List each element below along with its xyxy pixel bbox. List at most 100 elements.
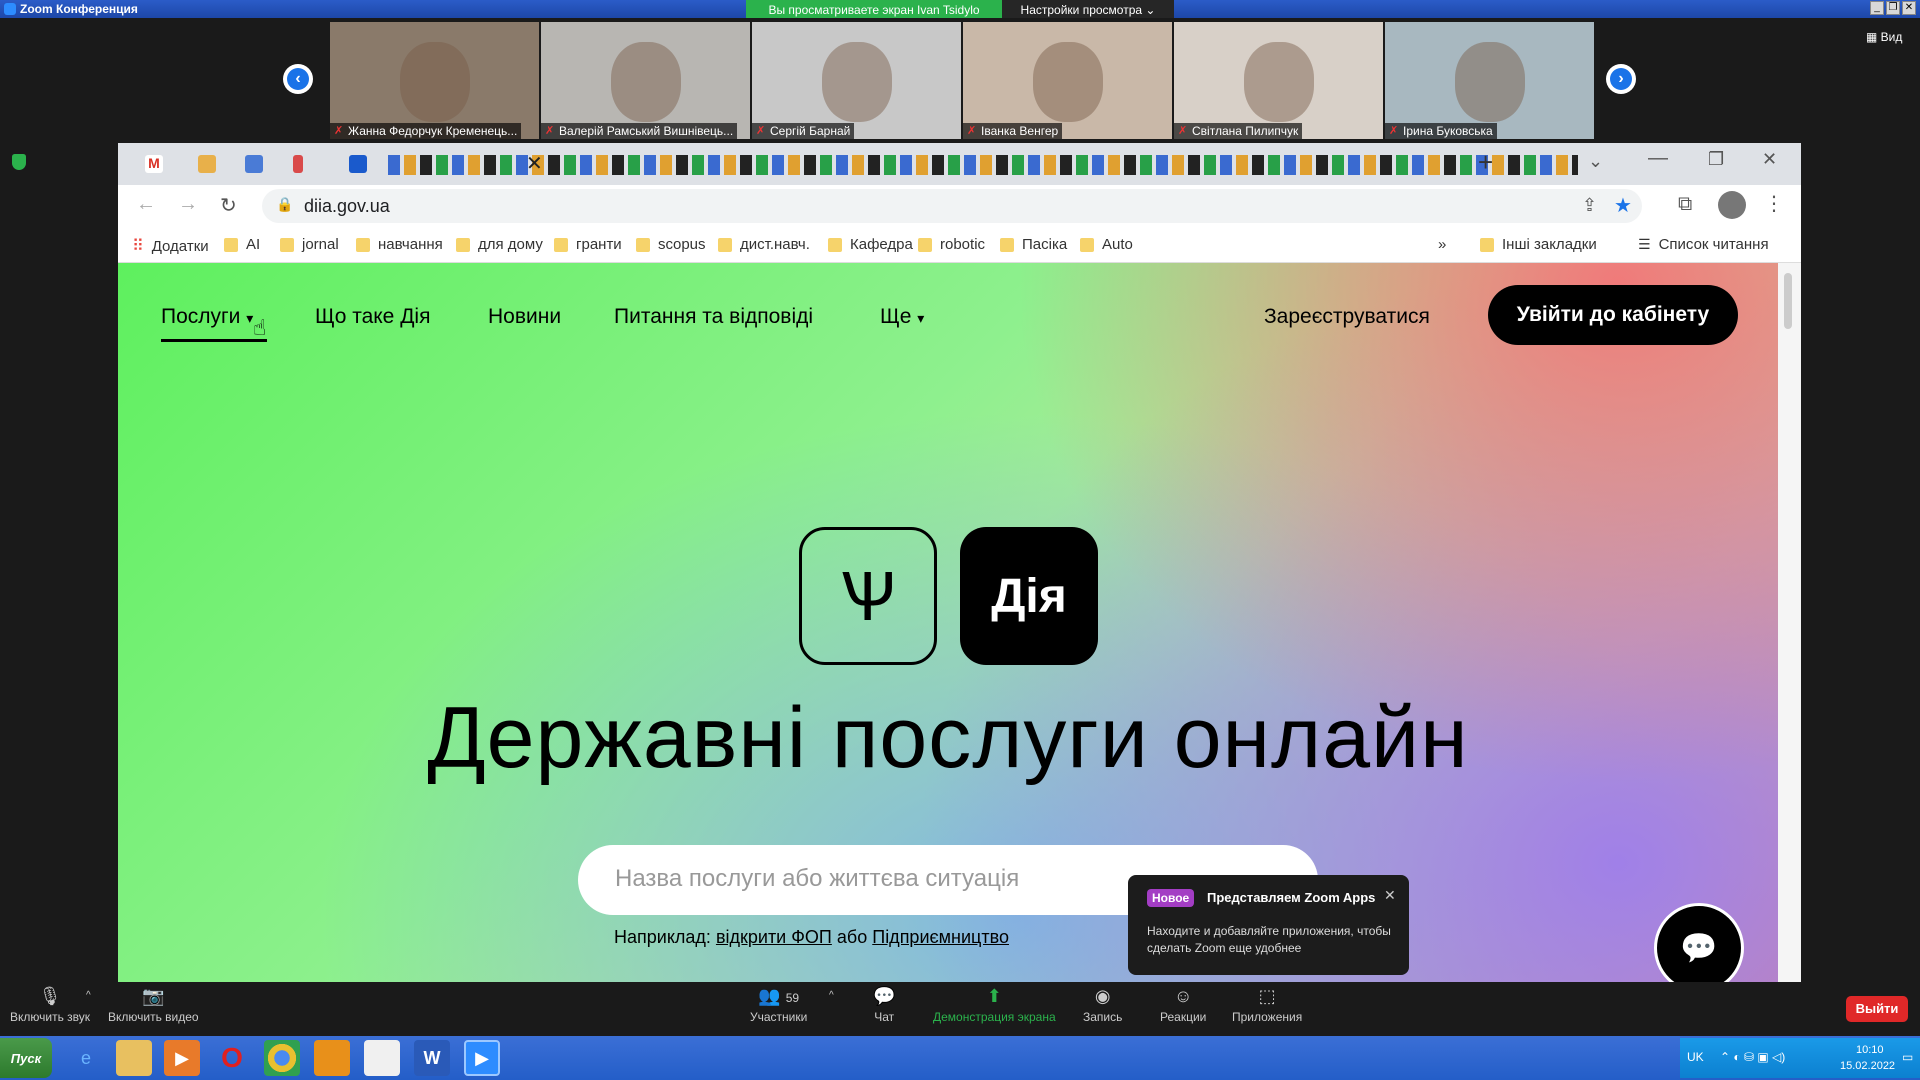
share-screen-button[interactable]: ⬆ Демонстрация экрана xyxy=(933,986,1056,1024)
show-desktop-icon[interactable]: ▭ xyxy=(1902,1050,1913,1064)
popup-title: Представляем Zoom Apps xyxy=(1207,890,1376,905)
bookmark-item[interactable]: AI xyxy=(224,236,260,253)
bookmark-label: Пасіка xyxy=(1022,236,1068,253)
app-icon[interactable] xyxy=(314,1040,350,1076)
share-icon[interactable]: ⇪ xyxy=(1582,195,1597,216)
back-arrow-icon[interactable]: ← xyxy=(136,193,156,216)
bookmark-item[interactable]: Пасіка xyxy=(1000,236,1067,253)
bookmark-item[interactable]: ⠿ Додатки xyxy=(132,236,209,256)
bookmark-item[interactable]: Auto xyxy=(1080,236,1133,253)
chrome-icon[interactable] xyxy=(264,1040,300,1076)
nav-news[interactable]: Новини xyxy=(488,305,561,329)
bookmark-item[interactable]: robotic xyxy=(918,236,985,253)
tab-icon[interactable] xyxy=(198,155,216,173)
language-indicator[interactable]: UK xyxy=(1687,1050,1704,1064)
browser-minimize-button[interactable]: — xyxy=(1648,147,1668,170)
translate-tab-icon[interactable] xyxy=(245,155,263,173)
restore-button[interactable]: ❐ xyxy=(1886,1,1900,15)
bookmark-item[interactable]: дист.навч. xyxy=(718,236,810,253)
clock-time[interactable]: 10:10 xyxy=(1856,1044,1884,1056)
other-bookmarks[interactable]: Інші закладки xyxy=(1480,236,1597,253)
folder-icon xyxy=(224,237,238,252)
register-link[interactable]: Зареєструватися xyxy=(1264,305,1430,329)
bookmark-item[interactable]: для дому xyxy=(456,236,543,253)
profile-avatar[interactable] xyxy=(1718,191,1746,219)
reload-icon[interactable]: ↻ xyxy=(220,193,237,218)
hero-title: Державні послуги онлайн xyxy=(427,690,1469,786)
scrollbar-thumb[interactable] xyxy=(1784,273,1792,329)
hand-cursor-icon: ☝ xyxy=(253,315,267,340)
nav-services[interactable]: Послуги ▾ xyxy=(161,305,267,342)
nav-what-is-diia[interactable]: Що таке Дія xyxy=(315,305,430,329)
reactions-button[interactable]: ☺ Реакции xyxy=(1160,986,1206,1024)
login-button[interactable]: Увійти до кабінету xyxy=(1488,285,1738,345)
page-scrollbar[interactable] xyxy=(1778,263,1801,982)
word-icon[interactable]: W xyxy=(414,1040,450,1076)
apps-label: Приложения xyxy=(1232,1010,1303,1024)
menu-kebab-icon[interactable]: ⋮ xyxy=(1764,191,1784,216)
tab-close-icon[interactable]: ✕ xyxy=(526,151,543,176)
nav-more[interactable]: Ще ▾ xyxy=(880,305,924,329)
tray-icons[interactable]: ⌃ ◐ ⛁ ▣ ◁) xyxy=(1720,1050,1785,1064)
participants-button[interactable]: 👥 59 Участники xyxy=(750,986,807,1024)
reading-list[interactable]: ☰ Список читання xyxy=(1638,236,1769,253)
view-options-button[interactable]: Настройки просмотра ⌄ xyxy=(1002,0,1174,20)
bookmark-item[interactable]: Кафедра xyxy=(828,236,913,253)
participant-tile[interactable]: Іванка Венгер ✗ xyxy=(963,22,1172,139)
example-link-fop[interactable]: відкрити ФОП xyxy=(716,927,832,947)
participant-tile[interactable]: Жанна Федорчук Кременець... ✗ xyxy=(330,22,539,139)
start-video-button[interactable]: 📷 Включить видео xyxy=(108,986,199,1024)
participant-tile[interactable]: Світлана Пилипчук ✗ xyxy=(1174,22,1383,139)
pinned-tabs[interactable] xyxy=(388,155,1578,175)
nav-faq[interactable]: Питання та відповіді xyxy=(614,305,813,329)
participant-tile[interactable]: Валерій Рамський Вишнівець... ✗ xyxy=(541,22,750,139)
example-link-business[interactable]: Підприємництво xyxy=(872,927,1009,947)
bookmark-label: Додатки xyxy=(151,237,209,255)
folder-icon xyxy=(356,237,370,252)
bookmark-item[interactable]: гранти xyxy=(554,236,622,253)
folder-icon xyxy=(718,237,732,252)
document-icon[interactable] xyxy=(364,1040,400,1076)
new-tab-button[interactable]: + xyxy=(1478,147,1493,178)
forward-arrow-icon[interactable]: → xyxy=(178,193,198,216)
record-button[interactable]: ◉ Запись xyxy=(1083,986,1122,1024)
bookmark-item[interactable]: scopus xyxy=(636,236,706,253)
browser-restore-button[interactable]: ❐ xyxy=(1708,149,1724,170)
apps-button[interactable]: ⬚ Приложения xyxy=(1232,986,1302,1024)
minimize-button[interactable]: _ xyxy=(1870,1,1884,15)
start-button[interactable]: Пуск xyxy=(0,1038,52,1078)
zoom-taskbar-icon[interactable]: ▶ xyxy=(464,1040,500,1076)
participant-tile[interactable]: Ірина Буковська ✗ xyxy=(1385,22,1594,139)
bookmark-item[interactable]: навчання xyxy=(356,236,443,253)
clock-date[interactable]: 15.02.2022 xyxy=(1840,1060,1895,1072)
extensions-puzzle-icon[interactable]: ⧉ xyxy=(1678,193,1692,216)
participants-options-caret[interactable]: ^ xyxy=(829,990,834,1001)
view-button[interactable]: ▦ Вид xyxy=(1866,30,1902,44)
media-player-icon[interactable]: ▶ xyxy=(164,1040,200,1076)
encryption-shield-icon[interactable] xyxy=(12,154,26,170)
gallery-prev-button[interactable]: ‹ xyxy=(283,64,313,94)
bookmark-item[interactable]: jornal xyxy=(280,236,339,253)
internet-explorer-icon[interactable]: e xyxy=(68,1040,104,1076)
close-window-button[interactable]: ✕ xyxy=(1902,1,1916,15)
leave-button[interactable]: Выйти xyxy=(1846,996,1908,1022)
participant-tile[interactable]: Сергій Барнай ✗ xyxy=(752,22,961,139)
chat-button[interactable]: 💬 Чат xyxy=(873,986,895,1024)
tab-icon[interactable] xyxy=(349,155,367,173)
opera-icon[interactable]: O xyxy=(214,1040,250,1076)
unmute-button[interactable]: 🎙 Включить звук xyxy=(10,986,90,1024)
file-explorer-icon[interactable] xyxy=(116,1040,152,1076)
video-off-icon: 📷 xyxy=(142,986,165,1006)
bookmarks-more-button[interactable]: » xyxy=(1438,236,1446,253)
bookmark-star-icon[interactable]: ★ xyxy=(1614,193,1632,218)
chat-bubble-icon[interactable]: 💬 xyxy=(1654,903,1744,982)
gallery-next-button[interactable]: › xyxy=(1606,64,1636,94)
address-bar[interactable]: 🔒 diia.gov.ua ⇪ ★ xyxy=(262,189,1642,223)
audio-options-caret[interactable]: ^ xyxy=(86,990,91,1001)
tab-search-icon[interactable]: ⌄ xyxy=(1588,151,1603,172)
popup-close-icon[interactable]: ✕ xyxy=(1384,887,1396,904)
tab-icon[interactable] xyxy=(293,155,303,173)
browser-close-button[interactable]: ✕ xyxy=(1762,149,1777,170)
participant-video xyxy=(611,42,681,122)
gmail-tab-icon[interactable]: M xyxy=(145,155,163,173)
